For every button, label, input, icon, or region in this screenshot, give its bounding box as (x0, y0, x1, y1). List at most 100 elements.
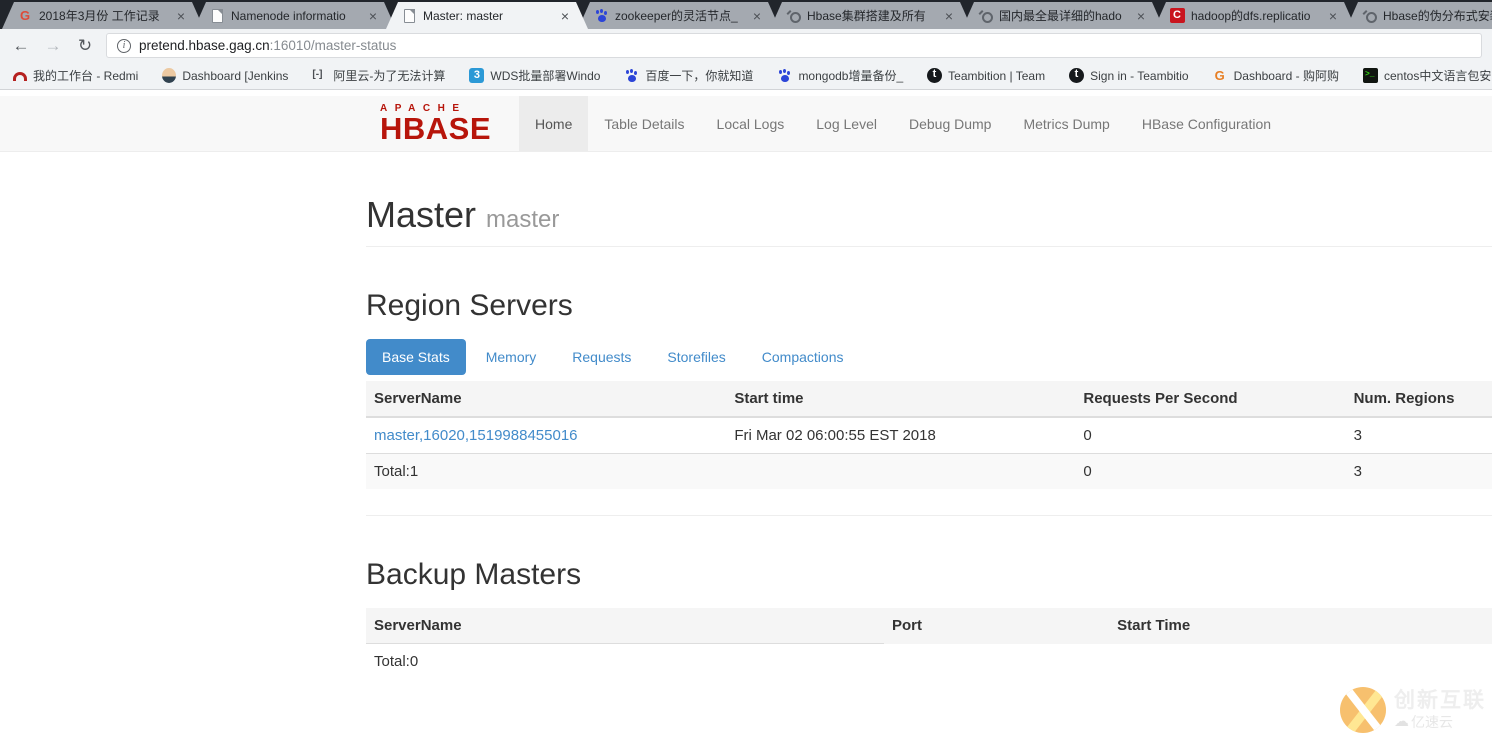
watermark-line2: ☁ 亿速云 (1394, 713, 1486, 730)
hbase-logo[interactable]: APACHE HBASE (380, 103, 491, 144)
back-button[interactable]: ← (10, 36, 32, 56)
browser-tab-7[interactable]: hadoop的dfs.replicatio × (1154, 2, 1356, 29)
tab-close-icon[interactable]: × (750, 9, 764, 23)
bookmark-jenkins[interactable]: Dashboard [Jenkins (162, 68, 288, 83)
bookmark-mongodb[interactable]: mongodb增量备份_ (777, 67, 903, 84)
browser-tab-3-active[interactable]: Master: master × (386, 2, 588, 29)
tab-title: hadoop的dfs.replicatio (1191, 9, 1311, 23)
bookmark-baidu[interactable]: 百度一下，你就知道 (624, 67, 753, 84)
num-regions-value: 3 (1345, 416, 1492, 454)
page-info-icon[interactable]: i (117, 38, 131, 53)
col-start-time: Start time (726, 381, 1076, 418)
browser-toolbar: ← → ↻ i pretend.hbase.gag.cn:16010/maste… (0, 29, 1492, 62)
col-port: Port (891, 617, 922, 634)
browser-tab-8[interactable]: Hbase的伪分布式安装 × (1346, 2, 1492, 29)
rps-value: 0 (1075, 416, 1346, 454)
nav-home[interactable]: Home (519, 96, 589, 151)
hbase-master-status-page: APACHE HBASE Home Table Details Local Lo… (0, 96, 1492, 735)
csdn-favicon-icon (1170, 8, 1185, 23)
hbase-navbar: APACHE HBASE Home Table Details Local Lo… (0, 96, 1492, 152)
address-bar[interactable]: i pretend.hbase.gag.cn:16010/master-stat… (106, 33, 1482, 58)
tab-storefiles[interactable]: Storefiles (651, 339, 741, 375)
page-header: Master master (366, 194, 1492, 247)
jenkins-icon (162, 68, 177, 83)
tab-title: Master: master (423, 8, 504, 23)
tab-compactions[interactable]: Compactions (746, 339, 860, 375)
baidu-icon (777, 68, 792, 83)
table-total-row: Total:1 0 3 (366, 453, 1492, 489)
bookmark-label: centos中文语言包安 (1383, 69, 1492, 83)
col-servername: ServerName (366, 608, 884, 644)
bookmark-label: mongodb增量备份_ (798, 69, 904, 83)
bookmark-label: Sign in - Teambitio (1090, 68, 1189, 83)
table-row: master,16020,1519988455016 Fri Mar 02 06… (366, 416, 1492, 454)
nav-local-logs[interactable]: Local Logs (701, 96, 801, 151)
tab-requests[interactable]: Requests (556, 339, 647, 375)
bookmark-label: Teambition | Team (948, 68, 1046, 83)
nav-log-level[interactable]: Log Level (800, 96, 893, 151)
tab-close-icon[interactable]: × (558, 9, 572, 23)
col-requests-per-second: Requests Per Second (1075, 381, 1346, 418)
baidu-favicon-icon (594, 8, 609, 23)
bookmark-redmine[interactable]: 我的工作台 - Redmi (12, 67, 138, 84)
bookmark-centos[interactable]: centos中文语言包安 (1362, 67, 1492, 84)
nav-table-details[interactable]: Table Details (588, 96, 700, 151)
region-server-link[interactable]: master,16020,1519988455016 (374, 427, 578, 444)
region-servers-table: ServerName Start time Requests Per Secon… (366, 381, 1492, 489)
bookmark-wds[interactable]: WDS批量部署Windo (469, 67, 600, 84)
wds-icon (469, 68, 485, 83)
browser-tab-6[interactable]: 国内最全最详细的hado × (962, 2, 1164, 29)
browser-tab-4[interactable]: zookeeper的灵活节点_ × (578, 2, 780, 29)
google-docs-favicon-icon (18, 8, 33, 23)
browser-tab-2[interactable]: Namenode informatio × (194, 2, 396, 29)
browser-tab-5[interactable]: Hbase集群搭建及所有 × (770, 2, 972, 29)
tab-close-icon[interactable]: × (942, 9, 956, 23)
terminal-icon (1362, 68, 1378, 83)
forward-button[interactable]: → (42, 36, 64, 56)
url-text: pretend.hbase.gag.cn:16010/master-status (139, 38, 396, 53)
bookmark-label: Dashboard - 购阿购 (1233, 69, 1339, 83)
aliyun-icon (312, 68, 327, 83)
tab-title: Hbase的伪分布式安装 (1383, 9, 1492, 23)
bookmark-label: 阿里云-为了无法计算 (333, 69, 446, 83)
tab-close-icon[interactable]: × (1326, 9, 1340, 23)
backup-masters-heading: Backup Masters (366, 558, 582, 591)
nav-hbase-configuration[interactable]: HBase Configuration (1126, 96, 1287, 151)
total-label: Total:1 (366, 453, 727, 489)
bookmark-label: 我的工作台 - Redmi (33, 69, 139, 83)
total-num-regions-value: 3 (1345, 453, 1492, 489)
nav-metrics-dump[interactable]: Metrics Dump (1007, 96, 1125, 151)
bookmark-aliyun[interactable]: 阿里云-为了无法计算 (312, 67, 445, 84)
region-servers-tabs: Base Stats Memory Requests Storefiles Co… (366, 339, 1492, 375)
watermark-text: 创新互联 ☁ 亿速云 (1394, 689, 1486, 730)
reload-button[interactable]: ↻ (74, 36, 96, 56)
col-servername: ServerName (366, 381, 727, 418)
table-header-row: ServerName Port Start Time (366, 608, 1492, 644)
page-title: Master (366, 194, 477, 235)
search-favicon-icon (978, 8, 993, 23)
g-icon (1213, 68, 1228, 83)
bookmarks-bar: 我的工作台 - Redmi Dashboard [Jenkins 阿里云-为了无… (0, 62, 1492, 90)
browser-tab-1[interactable]: 2018年3月份 工作记录 × (2, 2, 204, 29)
section-divider (366, 515, 1492, 516)
bookmark-label: 百度一下，你就知道 (645, 69, 754, 83)
url-path: :16010/master-status (269, 38, 397, 53)
tab-memory[interactable]: Memory (470, 339, 553, 375)
tab-close-icon[interactable]: × (1134, 9, 1148, 23)
tab-title: zookeeper的灵活节点_ (615, 9, 738, 23)
tab-base-stats[interactable]: Base Stats (366, 339, 466, 375)
bookmark-teambition[interactable]: Teambition | Team (927, 68, 1045, 83)
bookmark-goago[interactable]: Dashboard - 购阿购 (1213, 67, 1339, 84)
teambition-icon (927, 68, 943, 83)
tab-close-icon[interactable]: × (174, 9, 188, 23)
watermark-line1: 创新互联 (1394, 689, 1486, 713)
bookmark-label: Dashboard [Jenkins (182, 68, 289, 83)
watermark-logo-icon (1340, 687, 1386, 733)
bookmark-teambition-signin[interactable]: Sign in - Teambitio (1069, 68, 1189, 83)
page-subtitle: master (486, 206, 560, 233)
tab-close-icon[interactable]: × (366, 9, 380, 23)
search-favicon-icon (1362, 8, 1377, 23)
tab-title: 2018年3月份 工作记录 (39, 9, 160, 23)
col-start-time: Start Time (1117, 617, 1191, 634)
nav-debug-dump[interactable]: Debug Dump (893, 96, 1008, 151)
